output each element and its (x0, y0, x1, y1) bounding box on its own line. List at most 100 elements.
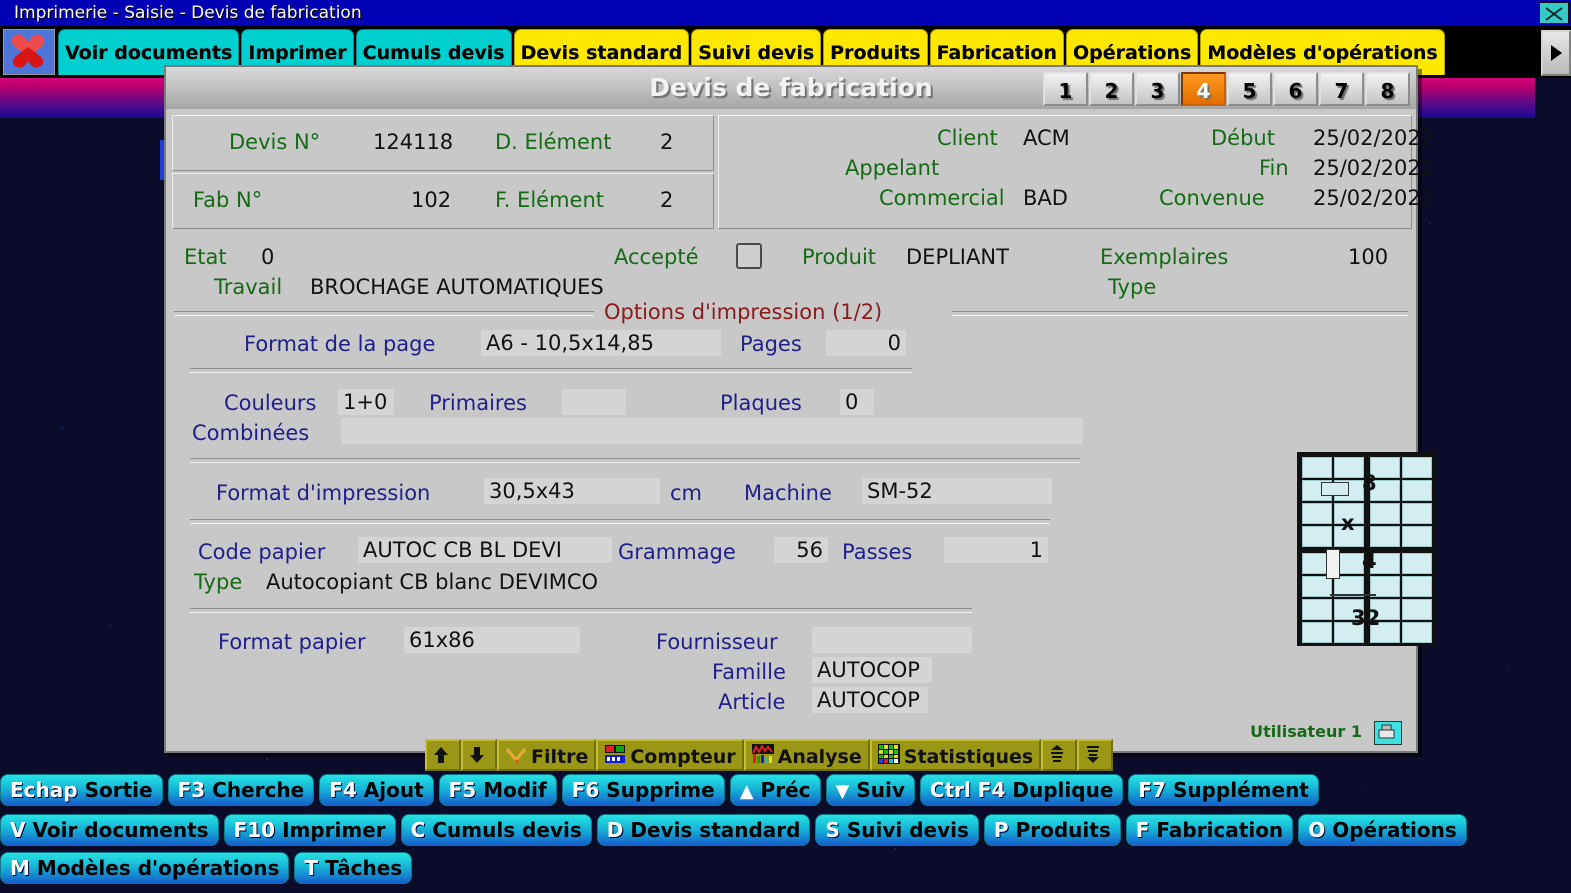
fkey-keycap: S (825, 818, 840, 842)
fkey-suivi-devis[interactable]: S Suivi devis (815, 814, 979, 846)
pages-field[interactable]: 0 (826, 330, 906, 356)
article-label: Article (718, 690, 786, 714)
red-x-glyph (11, 34, 45, 68)
debut-label: Début (1211, 126, 1275, 150)
exemplaires-value[interactable]: 100 (1348, 245, 1388, 269)
format-papier-field[interactable]: 61x86 (404, 627, 580, 653)
fkey-suiv[interactable]: ▼ Suiv (825, 774, 915, 806)
grammage-field[interactable]: 56 (774, 537, 828, 563)
travail-value[interactable]: BROCHAGE AUTOMATIQUES (310, 275, 604, 299)
fkey-produits[interactable]: P Produits (983, 814, 1121, 846)
article-field[interactable]: AUTOCOP (812, 687, 928, 713)
fin-value[interactable]: 25/02/2022 (1313, 156, 1434, 180)
page-button-4[interactable]: 4 (1181, 72, 1226, 106)
close-icon[interactable] (1539, 2, 1569, 24)
client-label: Client (937, 126, 998, 150)
fkey-pr-c[interactable]: ▲ Préc (729, 774, 821, 806)
fkey-op-rations[interactable]: O Opérations (1298, 814, 1467, 846)
commercial-value[interactable]: BAD (1023, 186, 1068, 210)
function-key-row-2: V Voir documents F10 Imprimer C Cumuls devis D… (0, 814, 1472, 848)
accepte-checkbox[interactable] (736, 243, 762, 269)
debut-value[interactable]: 25/02/2022 (1313, 126, 1434, 150)
fkey-modif[interactable]: F5 Modif (438, 774, 557, 806)
fkey-voir-documents[interactable]: V Voir documents (0, 814, 219, 846)
page-button-1[interactable]: 1 (1043, 72, 1088, 106)
page-button-5[interactable]: 5 (1227, 72, 1272, 106)
fab-no-value[interactable]: 102 (411, 188, 451, 212)
produit-label: Produit (802, 245, 877, 269)
fkey-keycap: F10 (233, 818, 276, 842)
imposition-quadrant-tr (1368, 455, 1434, 549)
devis-no-value[interactable]: 124118 (373, 130, 453, 154)
first-record-button[interactable] (1041, 739, 1078, 771)
fkey-keycap: F4 (329, 778, 357, 802)
fkey-imprimer[interactable]: F10 Imprimer (223, 814, 396, 846)
fkey-duplique[interactable]: Ctrl F4 Duplique (919, 774, 1124, 806)
fkey-sortie[interactable]: Echap Sortie (0, 774, 163, 806)
fkey-fabrication[interactable]: F Fabrication (1125, 814, 1294, 846)
fkey-suppl-ment[interactable]: F7 Supplément (1128, 774, 1319, 806)
imposition-cell (1402, 576, 1432, 597)
last-record-button[interactable] (1077, 739, 1114, 771)
format-impression-field[interactable]: 30,5x43 (484, 478, 660, 504)
code-papier-field[interactable]: AUTOC CB BL DEVI (358, 537, 612, 563)
arrow-down-button[interactable] (461, 739, 497, 771)
format-page-field[interactable]: A6 - 10,5x14,85 (481, 330, 721, 356)
client-value[interactable]: ACM (1023, 126, 1070, 150)
produit-value[interactable]: DEPLIANT (906, 245, 1009, 269)
fkey-cumuls-devis[interactable]: C Cumuls devis (400, 814, 592, 846)
section-title: Options d'impression (1/2) (596, 300, 891, 324)
counter-icon (604, 742, 626, 774)
plaques-field[interactable]: 0 (840, 389, 874, 415)
d-element-value[interactable]: 2 (660, 130, 673, 154)
statistics-grid-icon (877, 742, 900, 774)
toolbar-statistiques[interactable]: Statistiques (869, 739, 1042, 774)
window-title-bar: Imprimerie - Saisie - Devis de fabricati… (0, 0, 1571, 26)
printer-icon[interactable] (1374, 721, 1402, 745)
fkey-cherche[interactable]: F3 Cherche (167, 774, 315, 806)
toolbar-filtre[interactable]: Filtre (497, 739, 597, 771)
red-x-app-icon[interactable] (3, 29, 55, 75)
fkey-t-ches[interactable]: T Tâches (294, 852, 413, 884)
arrow-up-button[interactable] (425, 739, 461, 771)
passes-field[interactable]: 1 (944, 537, 1048, 563)
fkey-mod-les-d-op-rations[interactable]: M Modèles d'opérations (0, 852, 290, 884)
combinees-field[interactable] (341, 418, 1083, 444)
convenue-label: Convenue (1159, 186, 1265, 210)
plaques-label: Plaques (720, 391, 802, 415)
fkey-keycap: V (10, 818, 26, 842)
fournisseur-field[interactable] (812, 627, 972, 653)
toolbar-gradient-strip-right (1535, 78, 1571, 118)
page-button-7[interactable]: 7 (1319, 72, 1364, 106)
arrow-down-icon (469, 742, 485, 774)
machine-label: Machine (744, 481, 832, 505)
page-button-8[interactable]: 8 (1365, 72, 1410, 106)
etat-value[interactable]: 0 (261, 245, 274, 269)
couleurs-field[interactable]: 1+0 (338, 389, 394, 415)
imposition-cell (1302, 503, 1332, 524)
pages-label: Pages (740, 332, 802, 356)
primaires-field[interactable] (562, 389, 626, 415)
fab-no-label: Fab N° (193, 188, 263, 212)
fkey-devis-standard[interactable]: D Devis standard (596, 814, 811, 846)
fkey-ajout[interactable]: F4 Ajout (319, 774, 434, 806)
convenue-value[interactable]: 25/02/2022 (1313, 186, 1434, 210)
function-key-row-1: Echap Sortie F3 Cherche F4 Ajout F5 Modif F6 Supp… (0, 774, 1324, 808)
f-element-value[interactable]: 2 (660, 188, 673, 212)
toolbar-compteur[interactable]: Compteur (596, 739, 744, 774)
page-button-3[interactable]: 3 (1135, 72, 1180, 106)
fkey-keycap: F5 (448, 778, 477, 802)
fkey-label: Cumuls devis (432, 818, 582, 842)
paper-type-value[interactable]: Autocopiant CB blanc DEVIMCO (266, 570, 598, 594)
page-button-6[interactable]: 6 (1273, 72, 1318, 106)
famille-field[interactable]: AUTOCOP (812, 657, 932, 683)
imposition-down-value: 4 (1362, 549, 1377, 573)
fkey-supprime[interactable]: F6 Supprime (561, 774, 725, 806)
fkey-label: Opérations (1332, 818, 1457, 842)
primaires-label: Primaires (429, 391, 527, 415)
machine-field[interactable]: SM-52 (862, 478, 1052, 504)
page-button-2[interactable]: 2 (1089, 72, 1134, 106)
type-label: Type (1108, 275, 1157, 299)
chevron-right-icon[interactable] (1541, 30, 1571, 76)
toolbar-analyse[interactable]: Analyse (743, 739, 870, 771)
